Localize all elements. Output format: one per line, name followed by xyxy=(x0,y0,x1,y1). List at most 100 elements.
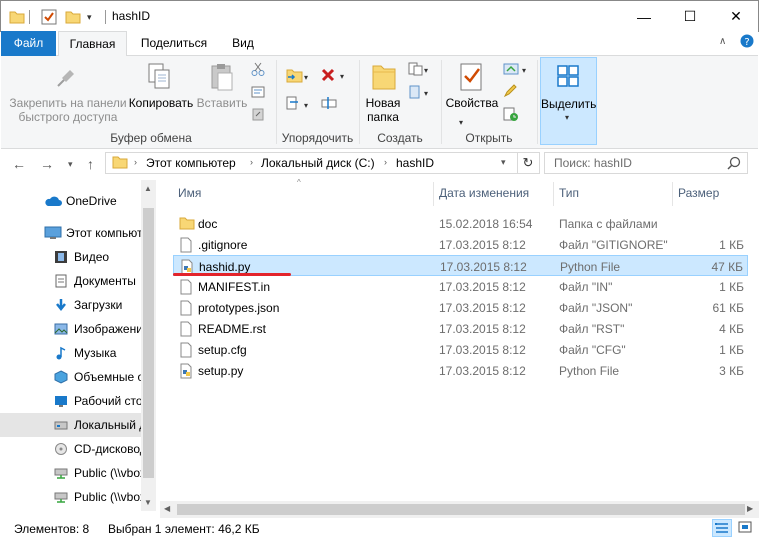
tab-file[interactable]: Файл xyxy=(1,31,56,56)
close-button[interactable]: ✕ xyxy=(713,1,759,32)
horizontal-scrollbar[interactable]: ◀ ▶ xyxy=(160,501,759,518)
column-separator[interactable] xyxy=(553,182,554,206)
tab-share[interactable]: Поделиться xyxy=(131,31,217,56)
table-row[interactable]: doc 15.02.2018 16:54 Папка с файлами xyxy=(173,213,748,234)
select-button[interactable]: Выделить ▾ xyxy=(540,57,597,145)
nav-item-desktop[interactable]: Рабочий стол xyxy=(0,389,141,413)
table-row[interactable]: prototypes.json 17.03.2015 8:12 Файл "JS… xyxy=(173,297,748,318)
separator xyxy=(29,10,30,24)
breadcrumb-local-disk[interactable]: Локальный диск (C:) xyxy=(261,156,375,170)
nav-item-video[interactable]: Видео xyxy=(0,245,141,269)
minimize-button[interactable]: — xyxy=(621,1,667,32)
separator xyxy=(537,60,538,144)
scroll-up-icon[interactable]: ▲ xyxy=(144,184,152,193)
chevron-right-icon[interactable]: › xyxy=(134,157,137,167)
scroll-left-icon[interactable]: ◀ xyxy=(164,504,170,513)
scroll-right-icon[interactable]: ▶ xyxy=(747,504,753,513)
copy-path-icon[interactable] xyxy=(251,86,265,101)
python-file-icon xyxy=(179,363,193,382)
column-separator[interactable] xyxy=(433,182,434,206)
breadcrumb-hashid[interactable]: hashID xyxy=(396,156,434,170)
properties-button[interactable]: Свойства xyxy=(445,96,499,110)
nav-item-public-1[interactable]: Public (\\vbox xyxy=(0,461,141,485)
nav-item-public-2[interactable]: Public (\\vbox xyxy=(0,485,141,509)
scroll-down-icon[interactable]: ▼ xyxy=(144,498,152,507)
tab-view[interactable]: Вид xyxy=(221,31,265,56)
history-icon[interactable] xyxy=(503,106,519,125)
table-row[interactable]: .gitignore 17.03.2015 8:12 Файл "GITIGNO… xyxy=(173,234,748,255)
maximize-button[interactable]: ☐ xyxy=(667,1,713,32)
paste-shortcut-icon[interactable] xyxy=(251,107,265,124)
file-date: 17.03.2015 8:12 xyxy=(439,343,526,357)
table-row[interactable]: README.rst 17.03.2015 8:12 Файл "RST" 4 … xyxy=(173,318,748,339)
svg-text:▾: ▾ xyxy=(304,101,308,110)
edit-icon[interactable] xyxy=(503,84,517,101)
new-folder-button[interactable]: Новая папка xyxy=(362,96,404,124)
nav-item-music[interactable]: Музыка xyxy=(0,341,141,365)
rename-icon[interactable] xyxy=(321,96,339,113)
pictures-icon xyxy=(54,322,68,339)
copy-button[interactable]: Копировать xyxy=(126,96,196,110)
nav-item-this-pc[interactable]: Этот компьютер xyxy=(0,221,141,245)
file-type: Файл "CFG" xyxy=(559,343,626,357)
collapse-ribbon-icon[interactable]: ∧ xyxy=(719,36,726,47)
file-date: 17.03.2015 8:12 xyxy=(439,322,526,336)
nav-item-cd-drive[interactable]: CD-дисковод xyxy=(0,437,141,461)
column-header-type[interactable]: Тип xyxy=(559,186,579,204)
separator xyxy=(105,10,106,24)
nav-pane-scrollbar[interactable]: ▲ ▼ xyxy=(141,180,156,511)
chevron-right-icon[interactable]: › xyxy=(250,157,253,167)
forward-arrow-icon[interactable]: → xyxy=(40,156,54,172)
back-arrow-icon[interactable]: ← xyxy=(12,156,26,172)
new-item-icon[interactable]: ▾ xyxy=(408,62,430,79)
nav-item-label: Public (\\vbox xyxy=(74,466,141,480)
nav-item-label: CD-дисковод xyxy=(74,442,141,456)
column-separator[interactable] xyxy=(672,182,673,206)
cut-icon[interactable] xyxy=(251,62,265,79)
new-folder-quick-icon[interactable] xyxy=(65,8,81,26)
table-row[interactable]: MANIFEST.in 17.03.2015 8:12 Файл "IN" 1 … xyxy=(173,276,748,297)
nav-item-documents[interactable]: Документы xyxy=(0,269,141,293)
file-size: 1 КБ xyxy=(719,280,744,294)
search-icon[interactable] xyxy=(727,156,741,173)
delete-icon[interactable]: ▾ xyxy=(321,68,347,87)
nav-item-pictures[interactable]: Изображения xyxy=(0,317,141,341)
nav-item-label: Этот компьютер xyxy=(66,226,141,240)
address-bar[interactable]: › Этот компьютер › Локальный диск (C:) ›… xyxy=(105,152,518,174)
nav-item-onedrive[interactable]: OneDrive xyxy=(0,189,141,213)
column-header-date[interactable]: Дата изменения xyxy=(439,186,529,204)
column-header-size[interactable]: Размер xyxy=(678,186,719,204)
nav-item-downloads[interactable]: Загрузки xyxy=(0,293,141,317)
column-header-name[interactable]: Имя xyxy=(178,186,201,204)
recent-locations-icon[interactable]: ▾ xyxy=(68,159,73,170)
status-bar: Элементов: 8 Выбран 1 элемент: 46,2 КБ xyxy=(0,518,759,541)
pin-quick-access-button[interactable]: Закрепить на панели быстрого доступа xyxy=(7,96,129,124)
table-row[interactable]: setup.py 17.03.2015 8:12 Python File 3 К… xyxy=(173,360,748,381)
tab-home[interactable]: Главная xyxy=(58,31,127,57)
breadcrumb-this-pc[interactable]: Этот компьютер xyxy=(146,156,236,170)
scrollbar-thumb[interactable] xyxy=(177,504,745,515)
nav-item-3d-objects[interactable]: Объемные объекты xyxy=(0,365,141,389)
scrollbar-thumb[interactable] xyxy=(143,208,154,478)
network-drive-icon xyxy=(54,466,68,483)
copy-to-icon[interactable]: ▾ xyxy=(286,96,310,115)
nav-item-local-disk[interactable]: Локальный диск (C:) xyxy=(0,413,141,437)
refresh-icon[interactable]: ↻ xyxy=(517,152,540,174)
easy-access-icon[interactable]: ▾ xyxy=(408,85,430,102)
up-arrow-icon[interactable]: ↑ xyxy=(87,156,94,172)
customize-quick-access-icon[interactable]: ▾ xyxy=(87,8,92,26)
open-icon[interactable]: ▾ xyxy=(503,62,529,79)
file-icon xyxy=(179,342,193,361)
help-icon[interactable]: ? xyxy=(740,34,754,51)
properties-dropdown-icon[interactable]: ▾ xyxy=(459,118,463,127)
file-name: MANIFEST.in xyxy=(198,280,271,294)
chevron-right-icon[interactable]: › xyxy=(384,157,387,167)
properties-quick-icon[interactable] xyxy=(41,8,57,26)
paste-button[interactable]: Вставить xyxy=(195,96,249,110)
details-view-icon[interactable] xyxy=(712,519,732,537)
table-row[interactable]: setup.cfg 17.03.2015 8:12 Файл "CFG" 1 К… xyxy=(173,339,748,360)
address-dropdown-icon[interactable]: ▾ xyxy=(501,157,506,168)
search-input[interactable]: Поиск: hashID xyxy=(544,152,748,174)
move-to-icon[interactable]: ▾ xyxy=(286,68,310,87)
large-icons-view-icon[interactable] xyxy=(736,519,756,537)
